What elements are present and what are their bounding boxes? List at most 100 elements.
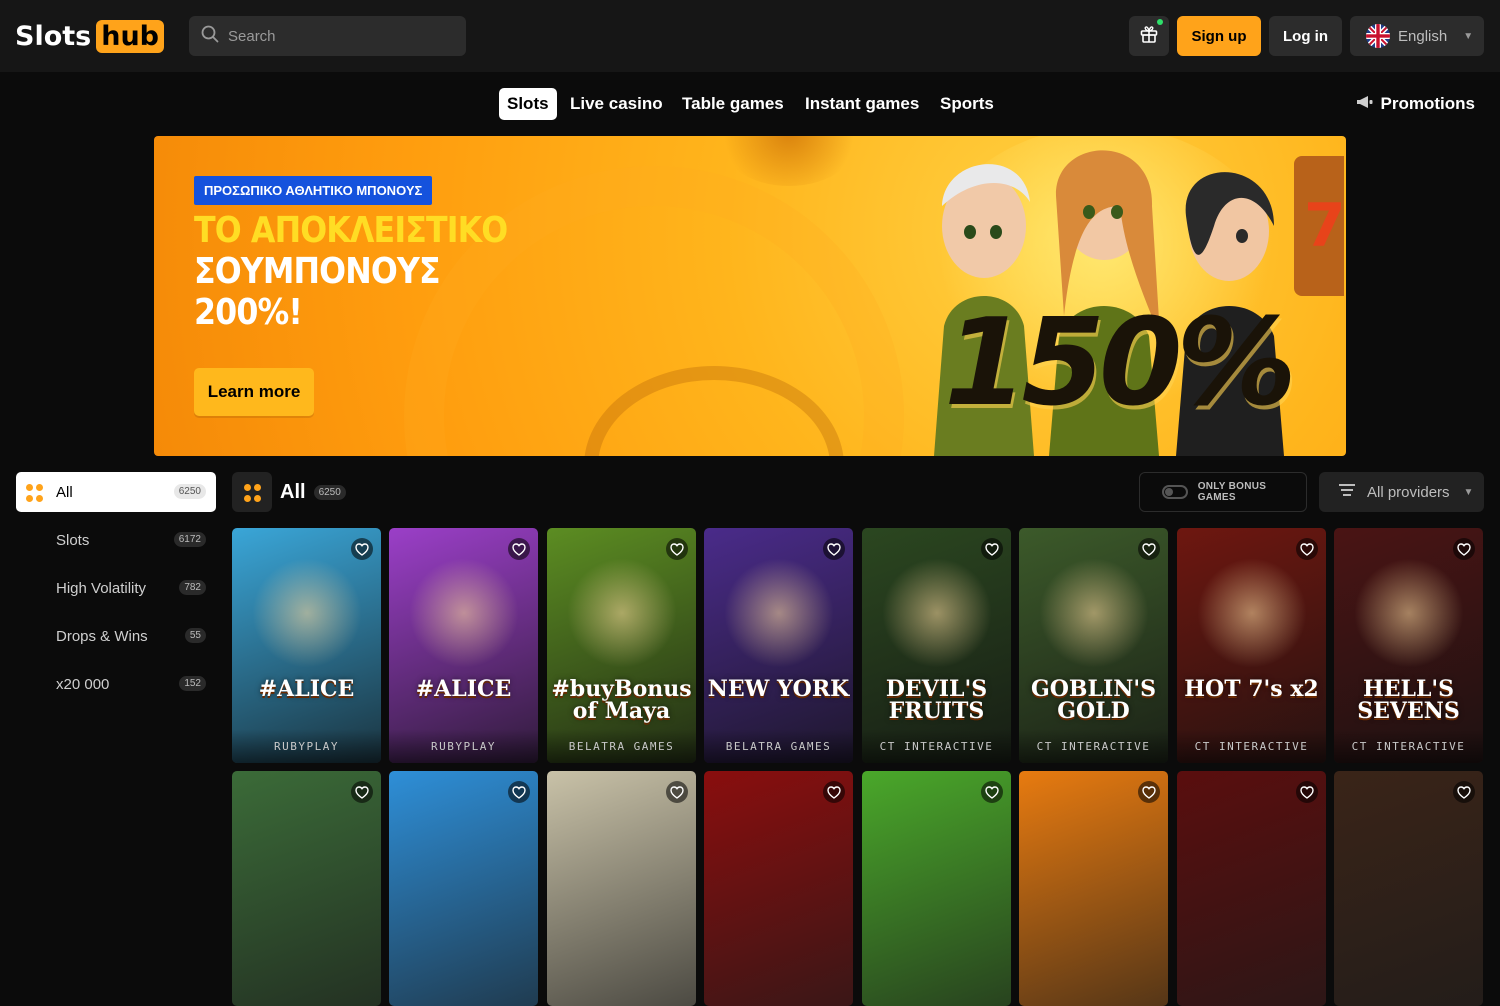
banner-headline-line1: ΤΟ ΑΠΟΚΛΕΙΣΤΙΚΟ [194, 210, 508, 251]
toggle-switch[interactable] [1162, 485, 1188, 499]
count-badge: 6250 [313, 484, 346, 500]
sidebar-item-label: All [56, 483, 73, 501]
grid-icon [232, 472, 272, 512]
game-card[interactable]: NEW YORK BELATRA GAMES [704, 528, 853, 763]
notification-dot [1157, 19, 1163, 25]
favorite-heart-icon[interactable] [823, 538, 845, 560]
game-card[interactable]: #ALICE RUBYPLAY [232, 528, 381, 763]
tab-slots[interactable]: Slots [499, 88, 557, 120]
search-box[interactable] [189, 16, 466, 56]
uk-flag-icon [1366, 24, 1390, 48]
sidebar-item-slots[interactable]: Slots 6172 [16, 520, 216, 560]
favorite-heart-icon[interactable] [508, 781, 530, 803]
game-provider: BELATRA GAMES [704, 729, 853, 763]
sidebar-item-all[interactable]: All 6250 [16, 472, 216, 512]
favorite-heart-icon[interactable] [981, 538, 1003, 560]
game-title: #ALICE [258, 676, 355, 702]
favorite-heart-icon[interactable] [823, 781, 845, 803]
promotions-label: Promotions [1380, 94, 1475, 113]
banner-decoration [714, 136, 864, 186]
sidebar-item-label: x20 000 [56, 675, 110, 693]
game-card[interactable]: DEVIL'S FRUITS CT INTERACTIVE [862, 528, 1011, 763]
sign-up-button[interactable]: Sign up [1177, 16, 1261, 56]
game-card[interactable] [1019, 771, 1168, 1006]
sidebar-item-label: High Volatility [56, 579, 147, 597]
providers-label: All providers [1367, 483, 1450, 501]
tab-sports[interactable]: Sports [940, 88, 994, 120]
megaphone-icon [1355, 94, 1381, 115]
favorite-heart-icon[interactable] [508, 538, 530, 560]
game-card[interactable] [232, 771, 381, 1006]
game-card[interactable] [704, 771, 853, 1006]
banner-headline-line2: ΣΟΥΜΠΟΝΟΥΣ [194, 251, 441, 292]
favorite-heart-icon[interactable] [1296, 781, 1318, 803]
count-badge: 6172 [173, 532, 206, 547]
game-card[interactable] [547, 771, 696, 1006]
tab-live-casino[interactable]: Live casino [570, 88, 663, 120]
game-title: DEVIL'S FRUITS [885, 676, 988, 724]
sidebar-item-label: Drops & Wins [56, 627, 148, 645]
game-card[interactable]: HOT 7's x2 CT INTERACTIVE [1177, 528, 1326, 763]
game-title: HELL'S SEVENS [1357, 676, 1460, 724]
game-artwork [724, 558, 834, 668]
favorite-heart-icon[interactable] [1296, 538, 1318, 560]
category-nav: Slots Live casino Table games Instant ga… [0, 88, 1500, 120]
favorite-heart-icon[interactable] [1453, 781, 1475, 803]
svg-text:7: 7 [1304, 191, 1344, 261]
tab-instant-games[interactable]: Instant games [805, 88, 919, 120]
game-artwork [567, 558, 677, 668]
search-input[interactable] [228, 27, 448, 45]
game-card[interactable]: #ALICE RUBYPLAY [389, 528, 538, 763]
game-provider: BELATRA GAMES [547, 729, 696, 763]
count-badge: 55 [184, 628, 206, 643]
only-bonus-games-toggle[interactable]: ONLY BONUS GAMES [1139, 472, 1307, 512]
game-card[interactable] [389, 771, 538, 1006]
promotions-link[interactable]: Promotions [1355, 88, 1475, 120]
game-card[interactable] [862, 771, 1011, 1006]
gift-button[interactable] [1129, 16, 1169, 56]
learn-more-button[interactable]: Learn more [194, 368, 314, 416]
language-label: English [1398, 27, 1448, 45]
sidebar-item-drops-wins[interactable]: Drops & Wins 55 [16, 616, 216, 656]
banner-big-percent: 150% [944, 294, 1297, 433]
sidebar-item-x20000[interactable]: x20 000 152 [16, 664, 216, 704]
sidebar-item-label: Slots [56, 531, 90, 549]
favorite-heart-icon[interactable] [1453, 538, 1475, 560]
game-provider: RUBYPLAY [232, 729, 381, 763]
game-title: NEW YORK [707, 676, 850, 702]
favorite-heart-icon[interactable] [666, 538, 688, 560]
log-in-button[interactable]: Log in [1269, 16, 1342, 56]
game-card[interactable]: GOBLIN'S GOLD CT INTERACTIVE [1019, 528, 1168, 763]
promo-banner[interactable]: 7 ΠΡΟΣΩΠΙΚΟ ΑΘΛΗΤΙΚΟ ΜΠΟΝΟΥΣ ΤΟ ΑΠΟΚΛΕΙΣ… [154, 136, 1346, 456]
game-artwork [252, 558, 362, 668]
sidebar-item-high-volatility[interactable]: High Volatility 782 [16, 568, 216, 608]
game-provider: CT INTERACTIVE [862, 729, 1011, 763]
gift-icon [1139, 24, 1159, 49]
site-logo[interactable]: Slots hub [15, 16, 165, 56]
game-title: #ALICE [415, 676, 512, 702]
games-header: All 6250 [232, 472, 346, 512]
favorite-heart-icon[interactable] [981, 781, 1003, 803]
favorite-heart-icon[interactable] [666, 781, 688, 803]
game-card[interactable]: #buyBonus of Maya BELATRA GAMES [547, 528, 696, 763]
game-card[interactable] [1334, 771, 1483, 1006]
game-artwork [882, 558, 992, 668]
favorite-heart-icon[interactable] [351, 538, 373, 560]
game-artwork [409, 558, 519, 668]
language-selector[interactable]: English ▼ [1350, 16, 1484, 56]
game-card[interactable] [1177, 771, 1326, 1006]
favorite-heart-icon[interactable] [1138, 781, 1160, 803]
game-artwork [1039, 558, 1149, 668]
chevron-down-icon: ▼ [1463, 486, 1474, 498]
filter-icon [1339, 483, 1355, 501]
favorite-heart-icon[interactable] [1138, 538, 1160, 560]
banner-headline-line3: 200%! [194, 292, 303, 333]
game-provider: RUBYPLAY [389, 729, 538, 763]
game-card[interactable]: HELL'S SEVENS CT INTERACTIVE [1334, 528, 1483, 763]
tab-table-games[interactable]: Table games [682, 88, 784, 120]
game-title: HOT 7's x2 [1184, 676, 1319, 702]
providers-dropdown[interactable]: All providers ▼ [1319, 472, 1484, 512]
game-provider: CT INTERACTIVE [1019, 729, 1168, 763]
game-title: GOBLIN'S GOLD [1030, 676, 1157, 724]
favorite-heart-icon[interactable] [351, 781, 373, 803]
